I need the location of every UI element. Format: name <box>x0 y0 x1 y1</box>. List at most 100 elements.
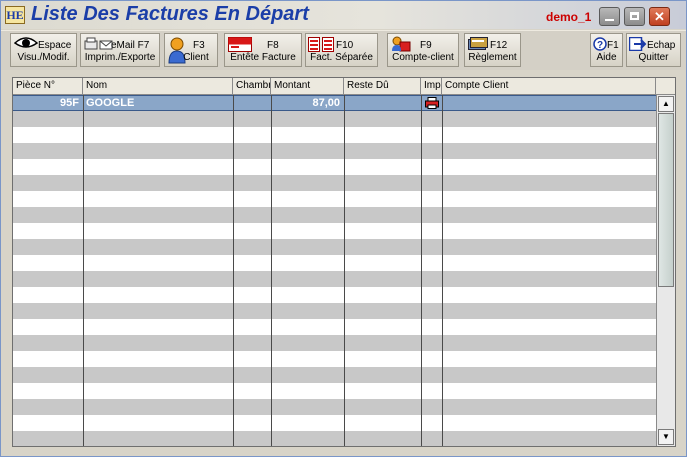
empty-row[interactable] <box>13 127 656 143</box>
eye-icon <box>14 37 38 48</box>
column-header-chambre[interactable]: Chambre <box>233 78 271 94</box>
table-header: Pièce N° Nom Chambre Montant Reste Dû Im… <box>13 78 675 95</box>
column-divider <box>421 95 422 446</box>
invoice-header-key: F8 <box>267 40 279 51</box>
print-export-label: Imprim./Exporte <box>84 52 156 63</box>
scroll-down-icon: ▼ <box>662 432 670 441</box>
help-icon: ? <box>593 37 607 51</box>
payment-button[interactable]: F12 Règlement <box>464 33 521 67</box>
scroll-thumb[interactable] <box>658 113 674 287</box>
empty-row[interactable] <box>13 351 656 367</box>
cell-montant: 87,00 <box>312 97 340 109</box>
view-edit-key: Espace <box>38 40 72 51</box>
column-header-montant[interactable]: Montant <box>271 78 344 94</box>
invoice-header-label: Entête Facture <box>230 52 296 63</box>
empty-row[interactable] <box>13 367 656 383</box>
column-divider <box>344 95 345 446</box>
empty-row[interactable] <box>13 383 656 399</box>
client-label: Client <box>183 52 209 63</box>
empty-row[interactable] <box>13 159 656 175</box>
toolbar: Espace Visu./Modif. eMail F7 Imprim./Exp… <box>1 30 686 70</box>
printer-icon <box>425 97 439 109</box>
title-bar[interactable]: HE Liste Des Factures En Départ demo_1 ✕ <box>1 1 686 29</box>
empty-row[interactable] <box>13 239 656 255</box>
client-key: F3 <box>193 40 205 51</box>
app-logo-icon: HE <box>5 6 25 24</box>
column-header-piece[interactable]: Pièce N° <box>13 78 83 94</box>
empty-row[interactable] <box>13 175 656 191</box>
minimize-icon <box>605 19 614 21</box>
client-account-button[interactable]: F9 Compte-client <box>387 33 459 67</box>
minimize-button[interactable] <box>599 7 620 26</box>
table-body: 95F GOOGLE 87,00 <box>13 95 656 446</box>
cell-nom: GOOGLE <box>86 97 135 109</box>
svg-text:?: ? <box>597 40 603 51</box>
cell-compte-client <box>446 96 651 110</box>
vertical-scrollbar[interactable]: ▲ ▼ <box>656 95 675 446</box>
column-header-compte-client[interactable]: Compte Client <box>442 78 656 94</box>
maximize-button[interactable] <box>624 7 645 26</box>
view-edit-button[interactable]: Espace Visu./Modif. <box>10 33 77 67</box>
separate-invoice-key: F10 <box>336 40 354 51</box>
column-divider <box>271 95 272 446</box>
quit-button[interactable]: Echap Quitter <box>626 33 681 67</box>
column-header-nom[interactable]: Nom <box>83 78 233 94</box>
close-icon: ✕ <box>654 9 665 24</box>
invoice-list-window: HE Liste Des Factures En Départ demo_1 ✕… <box>0 0 687 457</box>
cell-chambre <box>234 96 270 110</box>
invoice-header-button[interactable]: F8 Entête Facture <box>224 33 302 67</box>
empty-row[interactable] <box>13 111 656 127</box>
empty-row[interactable] <box>13 431 656 446</box>
payment-key: F12 <box>490 40 508 51</box>
empty-row[interactable] <box>13 191 656 207</box>
maximize-icon <box>630 12 639 20</box>
print-email-icon <box>84 37 113 50</box>
help-button[interactable]: ? F1 Aide <box>590 33 623 67</box>
column-divider <box>442 95 443 446</box>
window-title: Liste Des Factures En Départ <box>31 3 309 25</box>
exit-icon <box>629 37 647 51</box>
separate-invoice-button[interactable]: F10 Fact. Séparée <box>305 33 378 67</box>
column-header-imp[interactable]: Imp <box>421 78 442 94</box>
empty-row[interactable] <box>13 415 656 431</box>
empty-row[interactable] <box>13 399 656 415</box>
empty-row[interactable] <box>13 207 656 223</box>
empty-row[interactable] <box>13 303 656 319</box>
empty-row[interactable] <box>13 287 656 303</box>
scroll-up-icon: ▲ <box>662 99 670 108</box>
empty-row[interactable] <box>13 255 656 271</box>
empty-row[interactable] <box>13 271 656 287</box>
help-key: F1 <box>607 40 619 51</box>
invoice-table[interactable]: Pièce N° Nom Chambre Montant Reste Dû Im… <box>12 77 676 447</box>
cell-piece: 95F <box>60 97 79 109</box>
help-label: Aide <box>596 52 617 63</box>
cell-reste-du <box>345 96 419 110</box>
column-header-reste-du[interactable]: Reste Dû <box>344 78 421 94</box>
table-row[interactable]: 95F GOOGLE 87,00 <box>13 95 656 111</box>
user-name: demo_1 <box>546 10 592 24</box>
separate-invoice-label: Fact. Séparée <box>310 52 373 63</box>
client-account-icon <box>392 36 411 52</box>
payment-icon <box>468 37 488 50</box>
invoice-header-icon <box>228 37 252 52</box>
print-export-button[interactable]: eMail F7 Imprim./Exporte <box>80 33 160 67</box>
separate-invoice-icon <box>308 37 334 52</box>
column-divider <box>233 95 234 446</box>
empty-row[interactable] <box>13 319 656 335</box>
empty-row[interactable] <box>13 143 656 159</box>
quit-label: Quitter <box>638 52 669 63</box>
print-export-key: eMail F7 <box>111 40 150 51</box>
quit-key: Echap <box>647 40 676 51</box>
empty-row[interactable] <box>13 335 656 351</box>
scroll-down-button[interactable]: ▼ <box>658 429 674 445</box>
payment-label: Règlement <box>468 52 517 63</box>
scroll-up-button[interactable]: ▲ <box>658 96 674 112</box>
close-button[interactable]: ✕ <box>649 7 670 26</box>
column-header-spacer <box>656 78 675 94</box>
empty-row[interactable] <box>13 223 656 239</box>
client-button[interactable]: F3 Client <box>164 33 218 67</box>
client-account-key: F9 <box>420 40 432 51</box>
view-edit-label: Visu./Modif. <box>17 52 70 63</box>
column-divider <box>83 95 84 446</box>
client-account-label: Compte-client <box>392 52 454 63</box>
